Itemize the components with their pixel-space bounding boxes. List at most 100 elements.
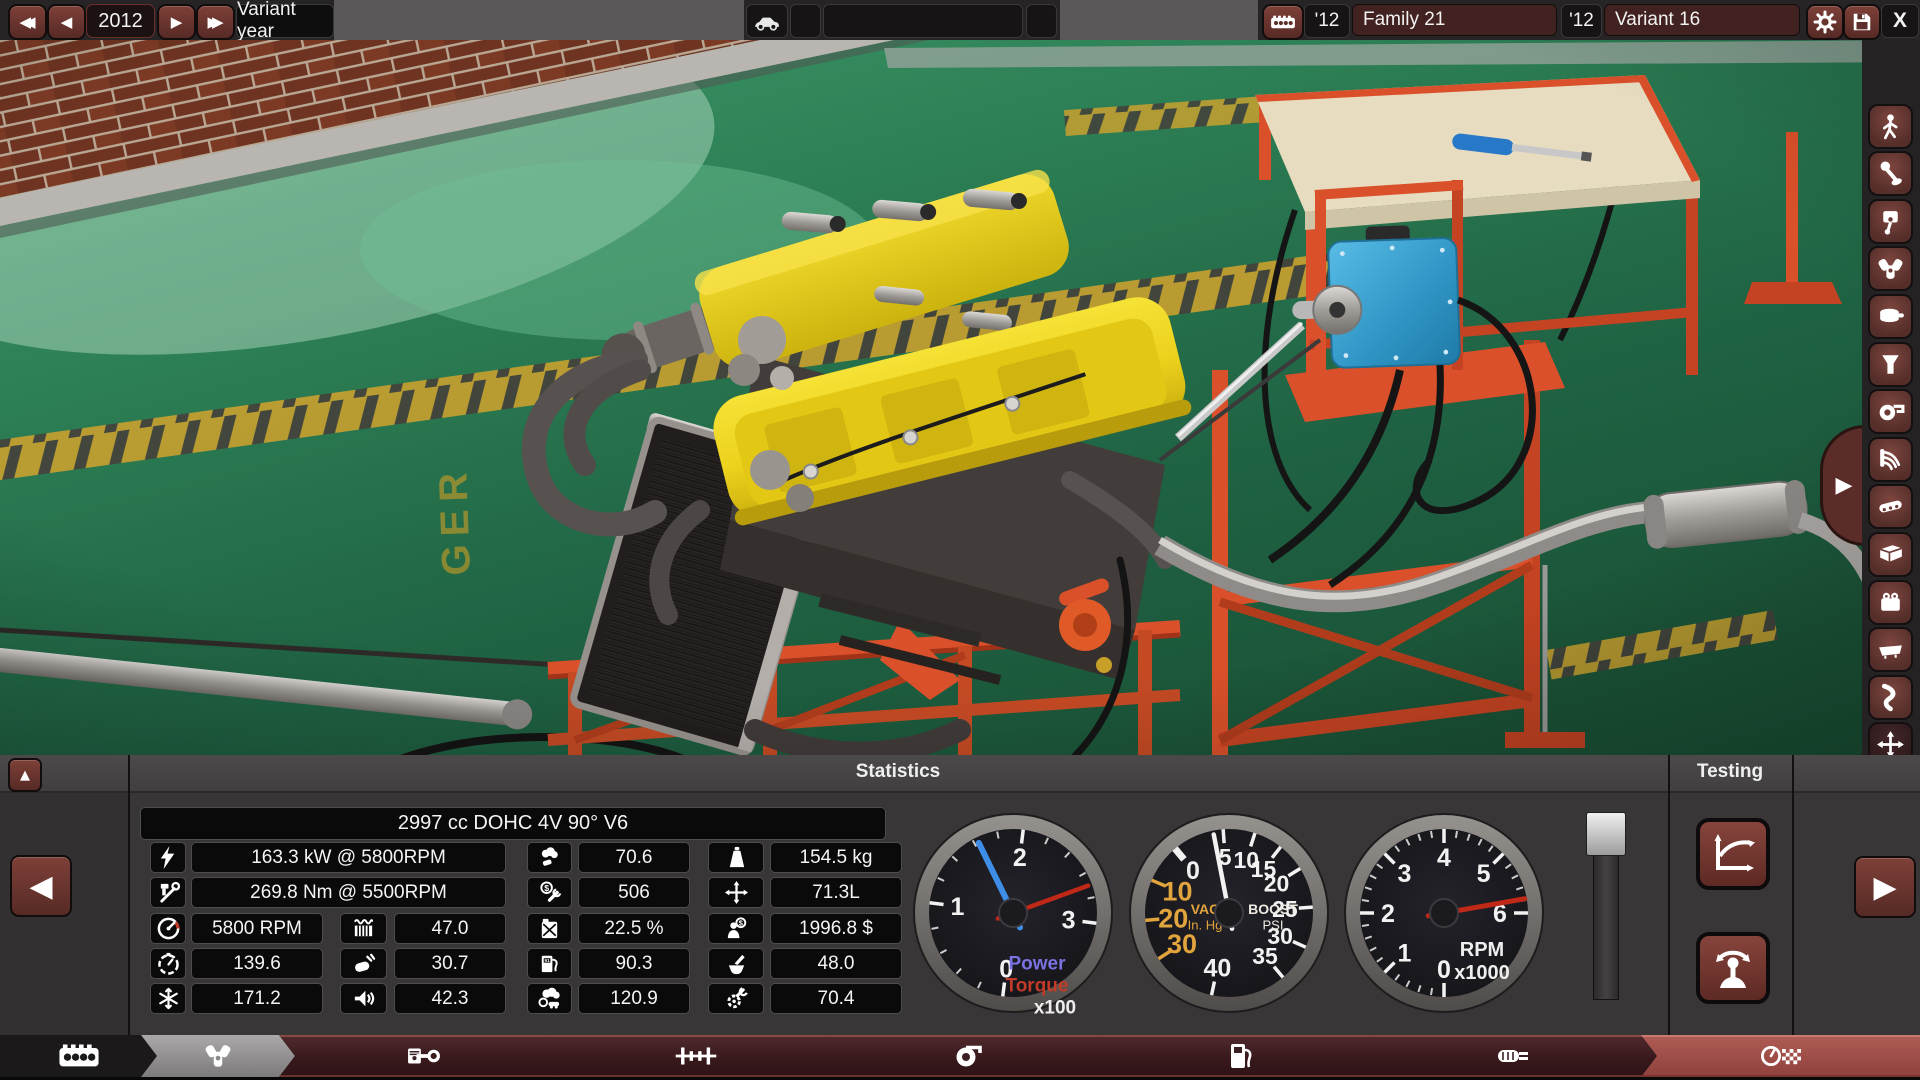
automation-engine-designer-window: ◀◀ ◀ 2012 ▶ ▶▶ Variant year [0, 0, 1920, 1080]
previous-page-button[interactable]: ◀ [10, 855, 72, 917]
toolbar-strip [334, 0, 744, 40]
testing-header: Testing [1668, 755, 1792, 789]
manual-throttle-button[interactable] [1696, 932, 1770, 1004]
lightning-icon [156, 845, 181, 870]
save-floppy-icon [1851, 11, 1873, 33]
throttle-slider-handle[interactable] [1586, 812, 1626, 856]
previous-variant-year-button[interactable]: ◀ [47, 4, 86, 40]
tab-fuel-system[interactable] [1096, 1035, 1384, 1077]
toolbar-conrod-button[interactable] [1868, 151, 1913, 196]
gauge-cluster: 0123PowerTorquex100010203040510152025303… [900, 795, 1570, 1030]
settings-button[interactable] [1806, 4, 1844, 40]
left-arrow-icon: ◀ [61, 15, 73, 30]
family-year-badge: '12 [1304, 4, 1350, 38]
weight-icon-box [708, 842, 764, 873]
variant-year-value: 2012 [86, 4, 155, 38]
cooling-stat: 47.0 [394, 913, 506, 944]
toolbar-slot-2[interactable] [823, 4, 1023, 38]
toolbar-intake-button[interactable] [1868, 342, 1913, 387]
engine-family-button[interactable] [1262, 4, 1304, 40]
dyno-curve-button[interactable] [1696, 818, 1770, 890]
smoothness-stat: 70.6 [578, 842, 690, 873]
gear-wrench-icon [724, 986, 749, 1011]
gear-icon [1813, 10, 1837, 34]
engine-test-3d-viewport[interactable]: GER [0, 40, 1920, 755]
efficiency-stat: 22.5 % [578, 913, 690, 944]
svg-text:30: 30 [1167, 929, 1197, 959]
right-arrow-icon: ▶ [1873, 870, 1896, 905]
tab-aspiration[interactable] [824, 1035, 1112, 1077]
turbo-icon [950, 1040, 986, 1072]
tab-exhaust[interactable] [1368, 1035, 1657, 1077]
walk-person-icon [1875, 111, 1906, 142]
smoothness-icon [537, 845, 562, 870]
svg-text:2: 2 [1381, 900, 1395, 928]
tab-crankshaft[interactable] [551, 1035, 840, 1077]
toolbar-slot-1[interactable] [790, 4, 821, 38]
svg-text:4: 4 [1437, 844, 1451, 872]
save-button[interactable] [1843, 4, 1881, 40]
toolbar-exhaust-pipe-button[interactable] [1868, 675, 1913, 720]
stopwatch-icon [156, 951, 181, 976]
size-stat: 71.3L [770, 877, 902, 908]
close-button[interactable]: X [1881, 4, 1919, 38]
toolbar-valvetrain-button[interactable] [1868, 246, 1913, 291]
car-model-button[interactable] [746, 4, 788, 38]
variant-name-field[interactable]: Variant 16 [1604, 4, 1800, 36]
noise-stat: 30.7 [394, 948, 506, 979]
svg-text:10: 10 [1162, 877, 1192, 907]
tab-testing[interactable] [1641, 1035, 1920, 1077]
toolbar-headers-button[interactable] [1868, 437, 1913, 482]
tab-top-end[interactable] [141, 1035, 295, 1077]
weight-stat: 154.5 kg [770, 842, 902, 873]
tab-engine-family[interactable] [0, 1035, 157, 1077]
service-cost-icon-box: $ [708, 913, 764, 944]
tab-bottom-end[interactable] [279, 1035, 567, 1077]
up-arrow-icon: ▲ [20, 768, 30, 783]
family-name-field[interactable]: Family 21 [1352, 4, 1557, 36]
svg-text:$: $ [544, 883, 549, 893]
fuel-pump-icon [1223, 1040, 1257, 1072]
toolbar-air-filter-button[interactable] [1868, 294, 1913, 339]
svg-text:1: 1 [1397, 939, 1411, 967]
toolbar-engine-block-button[interactable] [1868, 532, 1913, 577]
radiator-icon [351, 916, 376, 941]
intake-icon [1875, 349, 1906, 380]
noise-icon-box [340, 948, 387, 979]
power-stat: 163.3 kW @ 5800RPM [191, 842, 506, 873]
svg-text:3: 3 [1397, 860, 1411, 888]
torque-icon-box [150, 877, 186, 908]
garage-scene: GER [0, 40, 1920, 755]
toolbar-oil-pan-button[interactable] [1868, 627, 1913, 672]
divider [128, 755, 130, 1035]
material-cost-stat: 506 [578, 877, 690, 908]
max-rpm-stat: 5800 RPM [191, 913, 323, 944]
toolbar-walk-mode-button[interactable] [1868, 104, 1913, 149]
piston-conrod-icon [404, 1040, 442, 1072]
toolbar-turbo-button[interactable] [1868, 389, 1913, 434]
octane-stat: 90.3 [578, 948, 690, 979]
vignette [0, 40, 1920, 755]
toolbar-cam-cover-button[interactable] [1868, 484, 1913, 529]
responsiveness-icon-box [150, 948, 186, 979]
svg-text:2: 2 [1013, 844, 1027, 872]
toolbar-piston-button[interactable] [1868, 199, 1913, 244]
tachometer-icon [156, 916, 181, 941]
next-page-button[interactable]: ▶ [1854, 856, 1916, 918]
toolbar-slot-3[interactable] [1026, 4, 1057, 38]
size-icon-box [708, 877, 764, 908]
next-variant-year-button[interactable]: ▶ [157, 4, 196, 40]
valvetrain-icon [1875, 253, 1906, 284]
first-variant-year-button[interactable]: ◀◀ [8, 4, 47, 40]
dollar-wrench-icon: $ [537, 880, 562, 905]
last-variant-year-button[interactable]: ▶▶ [196, 4, 235, 40]
toolbar-short-block-button[interactable] [1868, 580, 1913, 625]
svg-text:35: 35 [1252, 943, 1278, 969]
engine-block-icon [1269, 12, 1297, 32]
close-icon: X [1893, 9, 1907, 33]
octane-icon-box: 91 [527, 948, 572, 979]
collapse-panel-button[interactable]: ▲ [8, 758, 42, 792]
exhaust-muffler-icon [1493, 1040, 1533, 1072]
svg-text:Torque: Torque [1006, 976, 1069, 997]
svg-text:Power: Power [1008, 954, 1066, 975]
